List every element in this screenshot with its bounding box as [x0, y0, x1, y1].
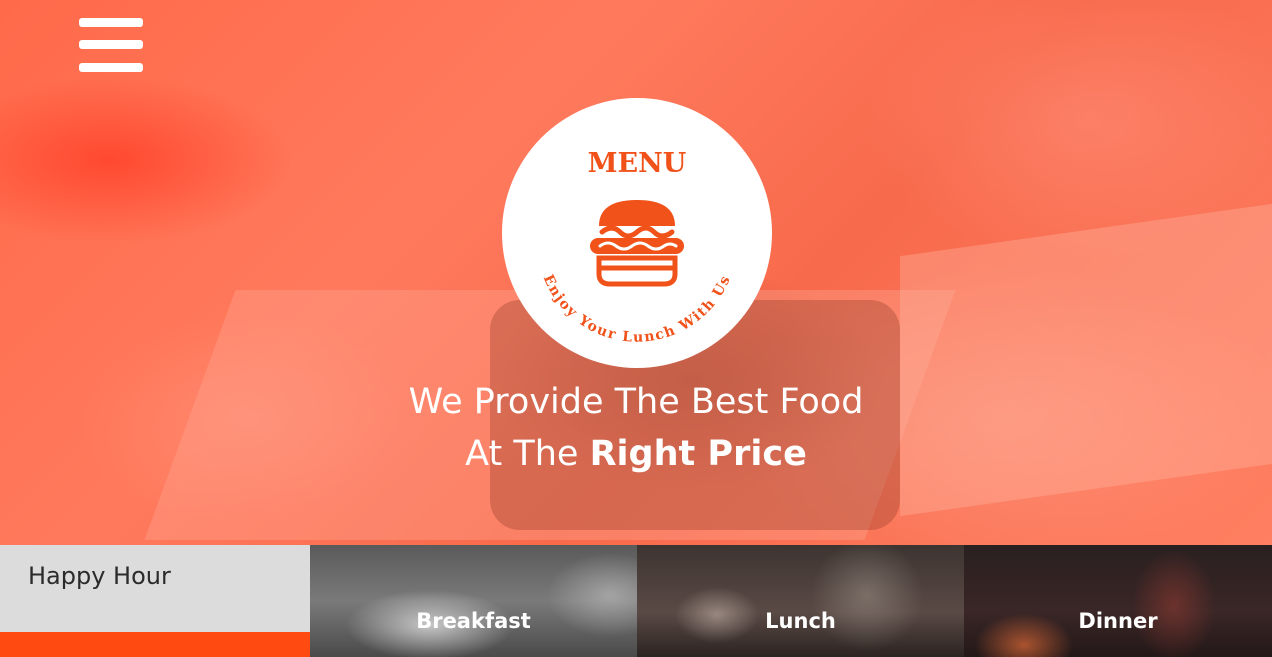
happy-hour-label: Happy Hour	[28, 562, 171, 590]
dinner-tile[interactable]: Dinner	[964, 545, 1272, 657]
hero-section: MENU Enjoy Your Lunch With Us We Provide…	[0, 0, 1272, 545]
headline-line-2-strong: Right Price	[589, 434, 807, 474]
headline-line-2: At The Right Price	[0, 428, 1272, 480]
headline-line-1: We Provide The Best Food	[408, 382, 864, 422]
burger-icon	[590, 200, 684, 287]
dinner-label: Dinner	[1078, 609, 1158, 633]
menu-bar-top	[79, 18, 143, 27]
badge-title: MENU	[588, 148, 687, 179]
meal-categories-strip: Happy Hour Breakfast Lunch Dinner	[0, 545, 1272, 657]
lunch-tile[interactable]: Lunch	[637, 545, 964, 657]
happy-hour-panel[interactable]: Happy Hour	[0, 545, 310, 657]
menu-bar-middle	[79, 40, 143, 49]
menu-bar-bottom	[79, 63, 143, 72]
breakfast-tile[interactable]: Breakfast	[310, 545, 637, 657]
hero-headline: We Provide The Best Food At The Right Pr…	[0, 376, 1272, 480]
breakfast-label: Breakfast	[416, 609, 531, 633]
headline-line-2-prefix: At The	[465, 434, 579, 474]
badge-artwork: MENU Enjoy Your Lunch With Us	[540, 148, 733, 346]
happy-hour-accent-bar	[0, 632, 310, 657]
lunch-label: Lunch	[765, 609, 836, 633]
hamburger-menu-icon[interactable]	[79, 18, 143, 74]
menu-badge[interactable]: MENU Enjoy Your Lunch With Us	[502, 98, 772, 368]
